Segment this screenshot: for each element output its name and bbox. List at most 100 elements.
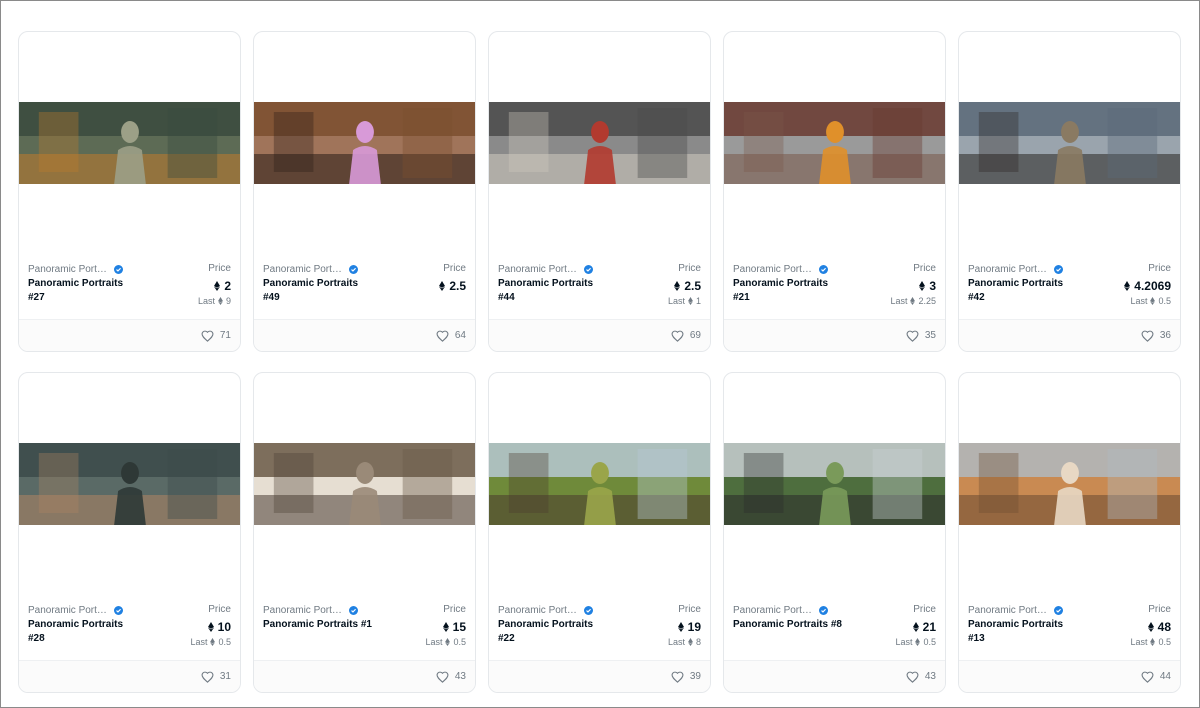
nft-image[interactable] bbox=[19, 443, 240, 525]
eth-icon bbox=[912, 621, 919, 632]
collection-name[interactable]: Panoramic Portraits bbox=[733, 605, 815, 616]
nft-image[interactable] bbox=[19, 102, 240, 184]
like-count: 31 bbox=[219, 671, 231, 682]
favorite-button[interactable]: 43 bbox=[436, 671, 466, 683]
nft-name[interactable]: Panoramic Portraits #44 bbox=[498, 277, 608, 305]
verified-badge-icon bbox=[815, 606, 828, 615]
card-footer: 43 bbox=[254, 660, 475, 692]
last-value: 1 bbox=[695, 296, 701, 306]
favorite-button[interactable]: 39 bbox=[671, 671, 701, 683]
nft-name[interactable]: Panoramic Portraits #1 bbox=[263, 618, 373, 632]
price-block: Price 10 Last 0.5 bbox=[190, 604, 231, 648]
nft-name[interactable]: Panoramic Portraits #42 bbox=[968, 277, 1078, 305]
favorite-button[interactable]: 69 bbox=[671, 330, 701, 342]
heart-icon[interactable] bbox=[201, 330, 214, 342]
last-label: Last bbox=[197, 296, 215, 306]
nft-image[interactable] bbox=[724, 443, 945, 525]
collection-name[interactable]: Panoramic Portraits bbox=[28, 605, 110, 616]
price-block: Price 4.2069 Last 0.5 bbox=[1124, 263, 1171, 307]
eth-icon bbox=[442, 621, 449, 632]
nft-name[interactable]: Panoramic Portraits #28 bbox=[28, 618, 138, 646]
price-value: 21 bbox=[922, 619, 936, 634]
nft-card[interactable]: Panoramic Portraits Panoramic Portraits #… bbox=[253, 31, 476, 352]
nft-card[interactable]: Panoramic Portraits Panoramic Portraits #… bbox=[253, 372, 476, 693]
heart-icon[interactable] bbox=[1141, 330, 1154, 342]
last-sale: Last 0.5 bbox=[190, 636, 231, 648]
nft-card[interactable]: Panoramic Portraits Panoramic Portraits #… bbox=[18, 372, 241, 693]
favorite-button[interactable]: 36 bbox=[1141, 330, 1171, 342]
nft-name[interactable]: Panoramic Portraits #13 bbox=[968, 618, 1078, 646]
nft-name[interactable]: Panoramic Portraits #21 bbox=[733, 277, 843, 305]
current-price: 15 bbox=[425, 619, 466, 634]
nft-card[interactable]: Panoramic Portraits Panoramic Portraits #… bbox=[723, 372, 946, 693]
eth-icon bbox=[1147, 621, 1154, 632]
eth-icon bbox=[1150, 297, 1156, 305]
heart-icon[interactable] bbox=[201, 671, 214, 683]
heart-icon[interactable] bbox=[1141, 671, 1154, 683]
eth-icon bbox=[677, 621, 684, 632]
price-value: 2 bbox=[224, 278, 231, 293]
nft-card[interactable]: Panoramic Portraits Panoramic Portraits #… bbox=[723, 31, 946, 352]
last-value: 0.5 bbox=[1158, 296, 1171, 306]
nft-card[interactable]: Panoramic Portraits Panoramic Portraits #… bbox=[958, 372, 1181, 693]
heart-icon[interactable] bbox=[436, 330, 449, 342]
price-label: Price bbox=[1148, 604, 1171, 615]
heart-icon[interactable] bbox=[906, 330, 919, 342]
price-value: 10 bbox=[217, 619, 231, 634]
nft-name[interactable]: Panoramic Portraits #27 bbox=[28, 277, 138, 305]
collection-name[interactable]: Panoramic Portraits bbox=[263, 605, 345, 616]
verified-badge-icon bbox=[345, 265, 358, 274]
collection-name[interactable]: Panoramic Portraits bbox=[498, 264, 580, 275]
card-footer: 64 bbox=[254, 319, 475, 351]
card-footer: 35 bbox=[724, 319, 945, 351]
price-block: Price 48 Last 0.5 bbox=[1130, 604, 1171, 648]
nft-image[interactable] bbox=[254, 443, 475, 525]
heart-icon[interactable] bbox=[671, 671, 684, 683]
favorite-button[interactable]: 64 bbox=[436, 330, 466, 342]
favorite-button[interactable]: 44 bbox=[1141, 671, 1171, 683]
card-info: Panoramic Portraits Panoramic Portraits #… bbox=[498, 604, 701, 647]
favorite-button[interactable]: 35 bbox=[906, 330, 936, 342]
eth-icon bbox=[214, 280, 221, 291]
collection-name[interactable]: Panoramic Portraits bbox=[498, 605, 580, 616]
nft-card[interactable]: Panoramic Portraits Panoramic Portraits #… bbox=[488, 31, 711, 352]
price-value: 19 bbox=[687, 619, 701, 634]
last-sale: Last 0.5 bbox=[1124, 295, 1171, 307]
favorite-button[interactable]: 43 bbox=[906, 671, 936, 683]
price-value: 48 bbox=[1157, 619, 1171, 634]
eth-icon bbox=[1124, 280, 1131, 291]
heart-icon[interactable] bbox=[906, 671, 919, 683]
favorite-button[interactable]: 31 bbox=[201, 671, 231, 683]
nft-image[interactable] bbox=[489, 443, 710, 525]
current-price: 19 bbox=[668, 619, 701, 634]
collection-name[interactable]: Panoramic Portraits bbox=[733, 264, 815, 275]
collection-name[interactable]: Panoramic Portraits bbox=[968, 605, 1050, 616]
card-footer: 31 bbox=[19, 660, 240, 692]
nft-image[interactable] bbox=[959, 443, 1180, 525]
nft-card[interactable]: Panoramic Portraits Panoramic Portraits #… bbox=[488, 372, 711, 693]
last-sale: Last 1 bbox=[668, 295, 701, 307]
nft-name[interactable]: Panoramic Portraits #22 bbox=[498, 618, 608, 646]
nft-card[interactable]: Panoramic Portraits Panoramic Portraits #… bbox=[958, 31, 1181, 352]
nft-name[interactable]: Panoramic Portraits #49 bbox=[263, 277, 373, 305]
eth-icon bbox=[919, 280, 926, 291]
nft-card[interactable]: Panoramic Portraits Panoramic Portraits #… bbox=[18, 31, 241, 352]
eth-icon bbox=[445, 638, 451, 646]
last-label: Last bbox=[667, 637, 685, 647]
nft-image[interactable] bbox=[489, 102, 710, 184]
collection-name[interactable]: Panoramic Portraits bbox=[28, 264, 110, 275]
verified-badge-icon bbox=[580, 606, 593, 615]
heart-icon[interactable] bbox=[436, 671, 449, 683]
card-info: Panoramic Portraits Panoramic Portraits #… bbox=[28, 263, 231, 306]
collection-name[interactable]: Panoramic Portraits bbox=[263, 264, 345, 275]
favorite-button[interactable]: 71 bbox=[201, 330, 231, 342]
last-sale: Last 0.5 bbox=[425, 636, 466, 648]
heart-icon[interactable] bbox=[671, 330, 684, 342]
nft-image[interactable] bbox=[724, 102, 945, 184]
eth-icon bbox=[688, 638, 693, 646]
nft-image[interactable] bbox=[959, 102, 1180, 184]
nft-image[interactable] bbox=[254, 102, 475, 184]
collection-name[interactable]: Panoramic Portraits bbox=[968, 264, 1050, 275]
like-count: 64 bbox=[454, 330, 466, 341]
nft-name[interactable]: Panoramic Portraits #8 bbox=[733, 618, 843, 632]
